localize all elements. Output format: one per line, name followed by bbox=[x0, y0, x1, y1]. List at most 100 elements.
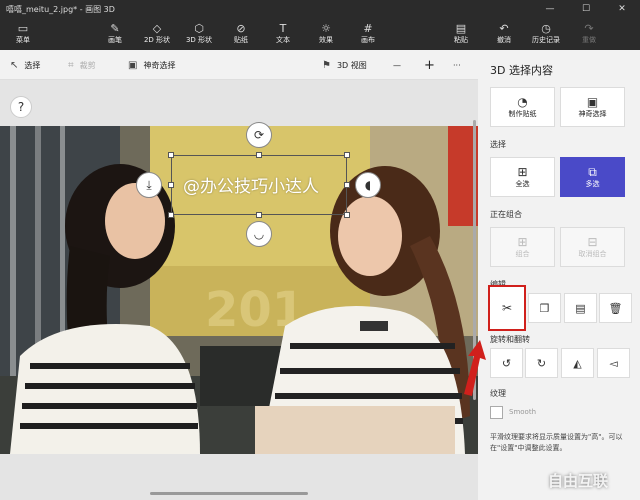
menu-label: 菜单 bbox=[16, 36, 30, 44]
sticker-icon: ◔ bbox=[517, 95, 528, 109]
title-bar: 嘻嘻_meitu_2.jpg* - 画图 3D — ☐ ✕ bbox=[0, 0, 640, 18]
history-label: 历史记录 bbox=[532, 36, 560, 44]
group-button[interactable]: ⊞ 组合 bbox=[490, 227, 555, 267]
resize-handle-bottom-left[interactable] bbox=[168, 212, 174, 218]
depth-handle[interactable]: ⤓ bbox=[136, 172, 162, 198]
resize-handle-bottom[interactable] bbox=[256, 212, 262, 218]
select-all-label: 全选 bbox=[515, 180, 530, 188]
cube-icon: ⬡ bbox=[194, 22, 204, 35]
flip-horizontal-button[interactable]: ◭ bbox=[561, 348, 594, 378]
scissors-icon: ✂ bbox=[501, 301, 513, 315]
smooth-checkbox[interactable] bbox=[490, 406, 503, 419]
flip-vertical-button[interactable]: ◅ bbox=[597, 348, 630, 378]
select-tool[interactable]: ↖ 选择 bbox=[10, 58, 40, 72]
resize-handle-top-left[interactable] bbox=[168, 152, 174, 158]
minimize-button[interactable]: — bbox=[532, 0, 568, 18]
annotation-arrow bbox=[464, 340, 486, 396]
resize-handle-right[interactable] bbox=[344, 182, 350, 188]
section-texture-heading: 纹理 bbox=[490, 389, 506, 398]
effects-button[interactable]: ☼ 效果 bbox=[303, 20, 349, 48]
stickers-button[interactable]: ⊘ 贴纸 bbox=[218, 20, 264, 48]
select-all-icon: ⊞ bbox=[517, 165, 528, 179]
magic-select-panel-label: 神奇选择 bbox=[578, 110, 607, 118]
redo-button[interactable]: ↷ 重做 bbox=[566, 20, 612, 48]
group-label: 组合 bbox=[515, 250, 530, 258]
watermark: 自由互联 bbox=[548, 472, 609, 490]
select-all-button[interactable]: ⊞ 全选 bbox=[490, 157, 555, 197]
section-rotate-heading: 旋转和翻转 bbox=[490, 335, 530, 344]
shapes-2d-button[interactable]: ◇ 2D 形状 bbox=[134, 20, 180, 48]
magic-select-label: 神奇选择 bbox=[143, 60, 176, 70]
resize-handle-top[interactable] bbox=[256, 152, 262, 158]
more-button[interactable]: ··· bbox=[453, 58, 461, 72]
delete-button[interactable]: 🗑 bbox=[599, 293, 632, 323]
view-3d-button[interactable]: ⚑ 3D 视图 bbox=[322, 58, 367, 72]
sticker-text: @办公技巧小达人 bbox=[183, 177, 319, 197]
section-group-heading: 正在组合 bbox=[490, 210, 522, 219]
magic-select-icon: ▣ bbox=[128, 59, 138, 71]
texture-note: 平滑纹理要求将显示质量设置为"高"。可以在"设置"中调整此设置。 bbox=[490, 433, 623, 452]
make-sticker-label: 制作贴纸 bbox=[508, 110, 537, 118]
copy-button[interactable]: ❐ bbox=[528, 293, 561, 323]
flip-horizontal-icon: ◭ bbox=[573, 356, 582, 370]
text-label: 文本 bbox=[276, 36, 290, 44]
magic-select-panel-button[interactable]: ▣ 神奇选择 bbox=[560, 87, 625, 127]
canvas-button[interactable]: # 画布 bbox=[345, 20, 391, 48]
section-select-heading: 选择 bbox=[490, 140, 506, 149]
help-button[interactable]: ? bbox=[10, 96, 32, 118]
cut-button[interactable]: ✂ bbox=[488, 285, 526, 331]
horizontal-scrollbar[interactable] bbox=[150, 492, 308, 495]
shapes-3d-button[interactable]: ⬡ 3D 形状 bbox=[176, 20, 222, 48]
rotate-right-button[interactable]: ↻ bbox=[525, 348, 558, 378]
rotate-left-button[interactable]: ↺ bbox=[490, 348, 523, 378]
window-controls: — ☐ ✕ bbox=[532, 0, 640, 18]
canvas-toolbar: ↖ 选择 ⌗ 裁剪 ▣ 神奇选择 ⚑ 3D 视图 — + ··· bbox=[0, 50, 478, 80]
rotate-x-handle[interactable]: ◡ bbox=[246, 221, 272, 247]
brush-icon: ✎ bbox=[110, 22, 120, 35]
make-sticker-button[interactable]: ◔ 制作贴纸 bbox=[490, 87, 555, 127]
trash-icon: 🗑 bbox=[608, 301, 623, 315]
rotate-y-handle[interactable]: ◖ bbox=[355, 172, 381, 198]
canvas-area[interactable]: ? 201 bbox=[0, 80, 478, 500]
paste-label: 粘贴 bbox=[454, 36, 468, 44]
rotate-z-handle[interactable]: ⟳ bbox=[246, 122, 272, 148]
rotate-left-icon: ↺ bbox=[501, 356, 512, 370]
magic-select-tool[interactable]: ▣ 神奇选择 bbox=[128, 58, 175, 72]
text-button[interactable]: T 文本 bbox=[260, 20, 306, 48]
crop-tool[interactable]: ⌗ 裁剪 bbox=[68, 58, 96, 72]
sticker-icon: ⊘ bbox=[236, 22, 246, 35]
resize-handle-top-right[interactable] bbox=[344, 152, 350, 158]
undo-button[interactable]: ↶ 撤消 bbox=[481, 20, 527, 48]
paste-button[interactable]: ▤ 粘贴 bbox=[438, 20, 484, 48]
rotate-icon: ⟳ bbox=[253, 128, 265, 142]
sun-icon: ☼ bbox=[321, 22, 331, 35]
ungroup-label: 取消组合 bbox=[578, 250, 607, 258]
multi-select-button[interactable]: ⧉ 多选 bbox=[560, 157, 625, 197]
ungroup-button[interactable]: ⊟ 取消组合 bbox=[560, 227, 625, 267]
menu-button[interactable]: ▭ 菜单 bbox=[0, 20, 46, 48]
rotate-right-icon: ↻ bbox=[536, 356, 547, 370]
zoom-out-button[interactable]: — bbox=[393, 58, 401, 72]
rotate-y-icon: ◖ bbox=[364, 178, 372, 192]
history-button[interactable]: ◷ 历史记录 bbox=[523, 20, 569, 48]
resize-handle-bottom-right[interactable] bbox=[344, 212, 350, 218]
brushes-button[interactable]: ✎ 画笔 bbox=[92, 20, 138, 48]
resize-handle-left[interactable] bbox=[168, 182, 174, 188]
undo-icon: ↶ bbox=[499, 22, 509, 35]
close-button[interactable]: ✕ bbox=[604, 0, 640, 18]
ribbon: ▭ 菜单 ✎ 画笔 ◇ 2D 形状 ⬡ 3D 形状 ⊘ 贴纸 T 文本 ☼ 效果… bbox=[0, 18, 640, 50]
multi-select-label: 多选 bbox=[585, 180, 600, 188]
select-tool-label: 选择 bbox=[24, 60, 41, 70]
cursor-icon: ↖ bbox=[10, 59, 19, 71]
crop-tool-label: 裁剪 bbox=[79, 60, 96, 70]
ungroup-icon: ⊟ bbox=[587, 235, 598, 249]
window-title: 嘻嘻_meitu_2.jpg* - 画图 3D bbox=[6, 4, 115, 14]
crop-icon: ⌗ bbox=[68, 59, 74, 71]
undo-label: 撤消 bbox=[497, 36, 511, 44]
maximize-button[interactable]: ☐ bbox=[568, 0, 604, 18]
clipboard-icon: ▤ bbox=[575, 301, 586, 315]
paste-panel-button[interactable]: ▤ bbox=[564, 293, 597, 323]
group-icon: ⊞ bbox=[517, 235, 528, 249]
redo-icon: ↷ bbox=[584, 22, 594, 35]
zoom-in-button[interactable]: + bbox=[424, 58, 435, 73]
